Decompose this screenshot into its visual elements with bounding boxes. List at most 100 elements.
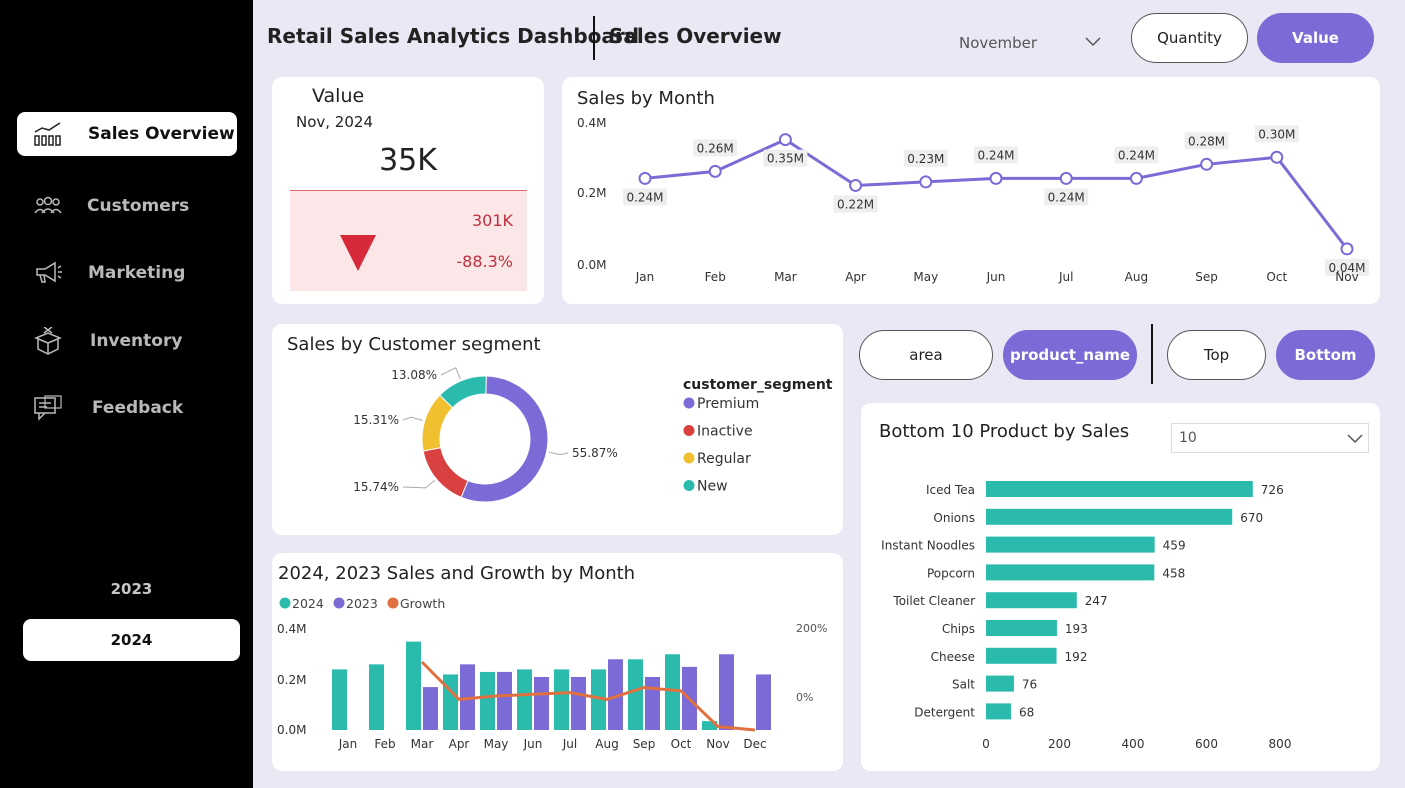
bar-2024 — [517, 669, 532, 730]
product-bar — [986, 592, 1077, 609]
x-tick-label: Feb — [374, 737, 395, 751]
quantity-toggle[interactable]: Quantity — [1131, 13, 1248, 63]
bar-2023 — [534, 676, 549, 730]
kpi-value: 35K — [379, 143, 437, 178]
data-label: 247 — [1085, 594, 1108, 608]
data-label: 68 — [1019, 705, 1034, 719]
month-dropdown[interactable]: November — [949, 28, 1109, 58]
sidebar-item-label: Customers — [87, 196, 190, 216]
x-tick-label: May — [484, 737, 509, 751]
data-label: 76 — [1022, 678, 1037, 692]
product-name-toggle[interactable]: product_name — [1003, 330, 1137, 380]
category-label: Popcorn — [927, 566, 975, 580]
customer-segment-chart: 55.87% 15.74% 15.31% 13.08% customer_segment… — [353, 367, 833, 503]
x-tick-label: May — [913, 270, 938, 284]
legend-item-label: Inactive — [697, 424, 753, 440]
bottom-toggle[interactable]: Bottom — [1276, 330, 1375, 380]
bar-2023 — [645, 676, 660, 730]
legend-marker — [683, 425, 695, 436]
chevron-down-icon — [1085, 37, 1101, 47]
y-tick-label: 0.2M — [577, 186, 606, 200]
y2-tick-label: 200% — [796, 622, 827, 635]
customer-segment-card: Sales by Customer segment 55.87% 15.74% 15… — [272, 324, 843, 535]
data-label: 458 — [1162, 566, 1185, 580]
product-bar — [986, 536, 1155, 553]
feedback-icon — [34, 395, 62, 421]
bar-2024 — [628, 659, 643, 730]
sidebar-item-inventory[interactable]: Inventory — [17, 319, 237, 363]
year-2024-button[interactable]: 2024 — [23, 619, 240, 661]
slice-label: 13.08% — [391, 368, 437, 382]
value-toggle[interactable]: Value — [1257, 13, 1374, 63]
sales-by-month-card: Sales by Month 0.4M 0.2M 0.0M 0.24M Jan 0.26M… — [562, 77, 1380, 304]
y-tick-label: 0.4M — [277, 622, 306, 636]
y-tick-label: 0.0M — [277, 723, 306, 737]
data-point — [638, 171, 652, 185]
bottom-products-card: Bottom 10 Product by Sales 10 Iced Tea 72… — [861, 403, 1380, 771]
sales-by-month-chart: 0.4M 0.2M 0.0M 0.24M Jan 0.26M Feb 0.35M Mar 0.22… — [577, 116, 1369, 284]
x-tick-label: Mar — [411, 737, 434, 751]
legend-marker — [333, 597, 345, 609]
legend-marker — [683, 480, 695, 491]
product-bar — [986, 508, 1233, 525]
data-label: 0.22M — [837, 197, 874, 211]
x-tick-label: Jan — [635, 270, 655, 284]
sidebar-item-customers[interactable]: Customers — [17, 184, 237, 228]
data-point — [1129, 171, 1143, 185]
year-2023-button[interactable]: 2023 — [23, 568, 240, 610]
data-label: 0.24M — [626, 190, 663, 204]
legend-item-label: Regular — [697, 451, 751, 467]
legend-item-label: 2023 — [346, 596, 378, 611]
legend-marker — [683, 397, 695, 409]
data-label: 0.24M — [1048, 190, 1085, 204]
bar-2023 — [497, 671, 512, 730]
category-label: Instant Noodles — [881, 539, 975, 553]
x-tick-label: Jul — [562, 737, 577, 751]
bar-2024 — [480, 671, 495, 730]
data-label: 193 — [1065, 622, 1088, 636]
data-point — [1059, 171, 1073, 185]
x-tick-label: Mar — [774, 270, 797, 284]
y-tick-label: 0.2M — [277, 673, 306, 687]
bar-2023 — [756, 674, 771, 730]
x-tick-label: Sep — [1195, 270, 1218, 284]
slice-leader-line — [440, 367, 461, 380]
x-tick-label: Jan — [338, 737, 358, 751]
bar-2024 — [406, 641, 421, 730]
data-label: 0.24M — [1118, 148, 1155, 162]
slice-label: 15.74% — [353, 480, 399, 494]
x-tick-label: 0 — [982, 737, 990, 751]
bar-2024 — [369, 664, 384, 730]
data-label: 459 — [1163, 539, 1186, 553]
legend-item-label: 2024 — [292, 596, 324, 611]
x-tick-label: Oct — [1266, 270, 1287, 284]
data-label: 0.26M — [697, 141, 734, 155]
y-tick-label: 0.0M — [577, 258, 606, 272]
x-tick-label: 400 — [1122, 737, 1145, 751]
sidebar-item-sales-overview[interactable]: Sales Overview — [17, 112, 237, 156]
slice-label: 55.87% — [572, 446, 618, 460]
data-point — [1270, 150, 1284, 164]
bottom-products-chart: Iced Tea 726 Onions 670 Instant Noodles 459 Po… — [881, 481, 1292, 751]
data-label: 0.35M — [767, 152, 804, 166]
x-tick-label: 800 — [1269, 737, 1292, 751]
category-label: Onions — [933, 511, 975, 525]
sidebar-item-feedback[interactable]: Feedback — [17, 386, 237, 430]
line-chart-icon — [34, 122, 61, 146]
x-tick-label: Nov — [706, 737, 729, 751]
sidebar-item-label: Marketing — [88, 263, 186, 283]
down-arrow-icon — [340, 235, 376, 271]
filter-divider — [1151, 324, 1153, 384]
data-point — [708, 164, 722, 178]
area-toggle[interactable]: area — [859, 330, 993, 380]
bar-2023 — [571, 676, 586, 730]
x-tick-label: Jul — [1058, 270, 1073, 284]
x-tick-label: Apr — [845, 270, 866, 284]
data-point — [849, 178, 863, 192]
bar-2023 — [719, 654, 734, 730]
sidebar-item-marketing[interactable]: Marketing — [17, 251, 237, 295]
category-label: Detergent — [914, 705, 975, 719]
kpi-period: Nov, 2024 — [296, 113, 373, 131]
top-toggle[interactable]: Top — [1167, 330, 1266, 380]
x-tick-label: Oct — [671, 737, 692, 751]
